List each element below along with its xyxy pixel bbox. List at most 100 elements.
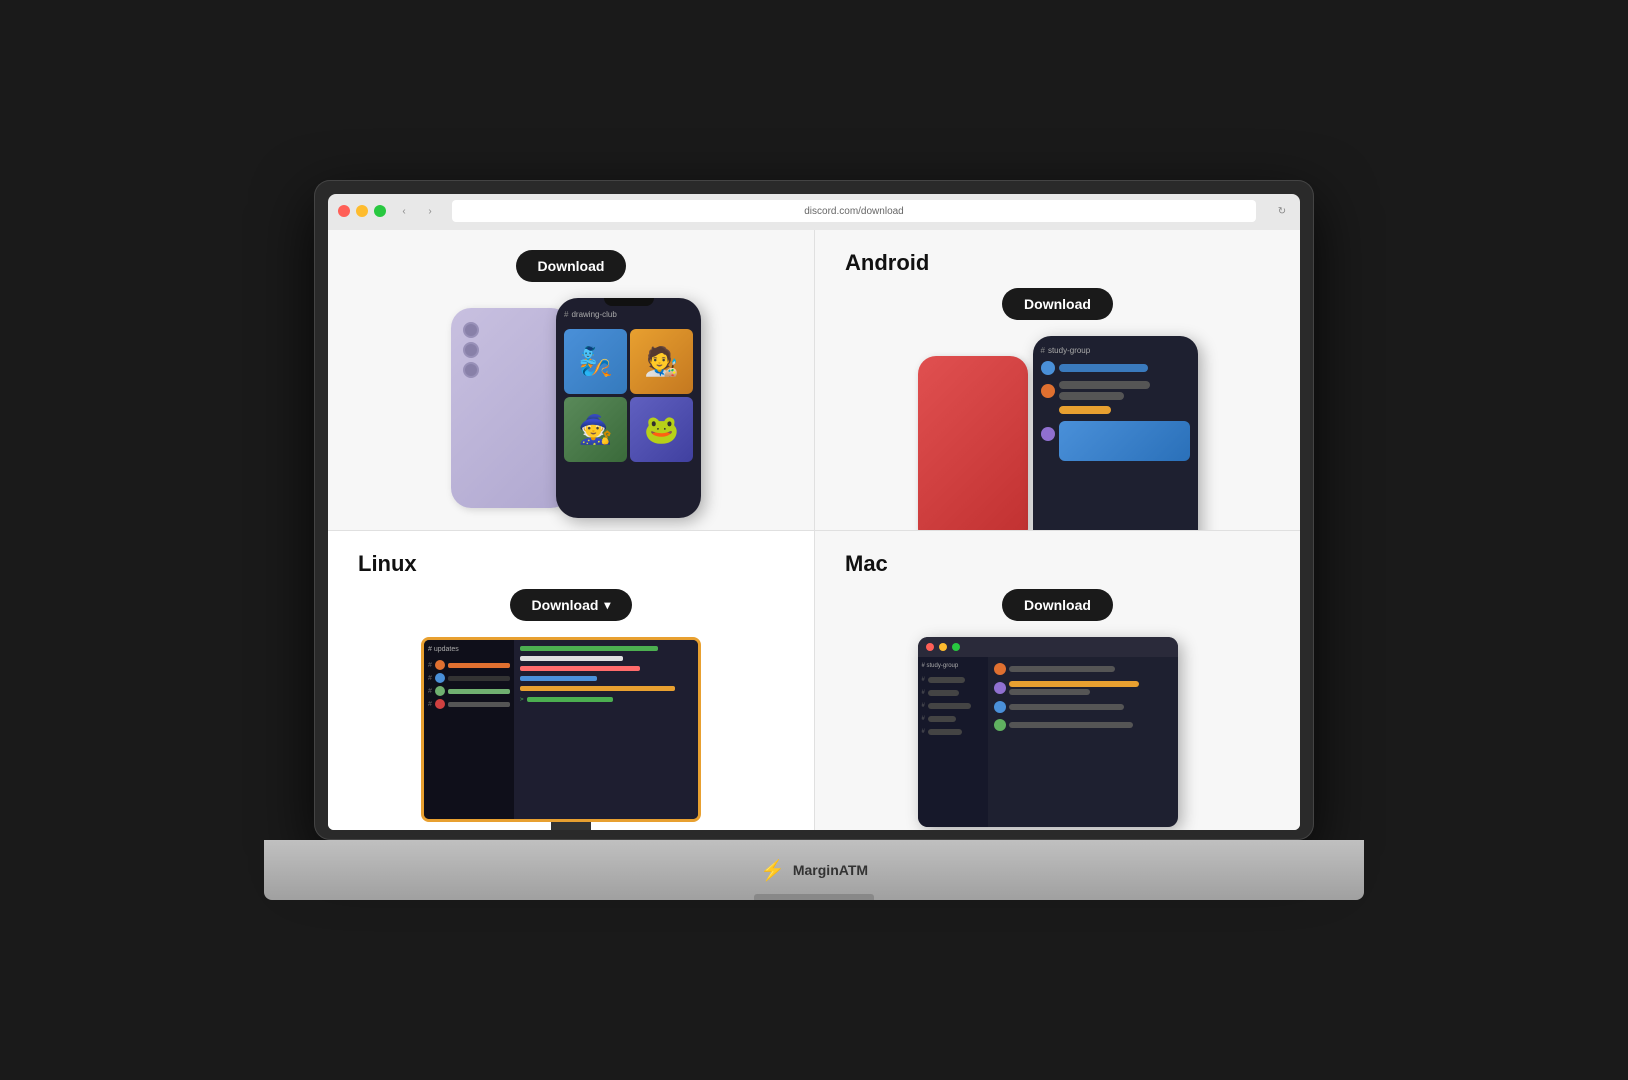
- mac-sidebar-row-3: #: [922, 703, 984, 709]
- linux-download-label: Download: [532, 597, 599, 613]
- android-chat-row-1: [1041, 361, 1190, 375]
- terminal-bar-2: [520, 656, 623, 661]
- traffic-light-maximize[interactable]: [374, 205, 386, 217]
- channel-name: drawing-club: [571, 310, 616, 319]
- sidebar-dot-2: [435, 673, 445, 683]
- sidebar-row-4: #: [428, 699, 510, 709]
- terminal-bar-3: [520, 666, 640, 671]
- mac-sidebar-row-1: #: [922, 677, 984, 683]
- sidebar-row-1: #: [428, 660, 510, 670]
- laptop-trackpad-notch: [754, 894, 874, 900]
- phone-screen: drawing-club 🧞 🧑‍🎨: [556, 298, 701, 518]
- android-chat-row-2: [1041, 381, 1190, 400]
- avatar-emoji-3: 🧙: [578, 413, 613, 446]
- terminal-line-5: [520, 686, 692, 691]
- mac-chat-row-1: [994, 663, 1172, 675]
- mac-sidebar-bar-1: [928, 677, 965, 683]
- android-screen: study-group: [1033, 336, 1198, 530]
- mac-avatar-4: [994, 719, 1006, 731]
- sidebar-bar-3: [448, 689, 510, 694]
- android-phone-back: [918, 356, 1028, 530]
- phone-back: [451, 308, 571, 508]
- avatar-emoji-4: 🐸: [644, 413, 679, 446]
- android-bubbles-2: [1059, 381, 1190, 400]
- terminal-prompt: >: [520, 696, 524, 703]
- sidebar-row-3: #: [428, 686, 510, 696]
- mac-chat-bar-4: [1009, 722, 1134, 728]
- mac-main-panel: [988, 657, 1178, 827]
- mac-chat-bar-2b: [1009, 689, 1091, 695]
- ios-illustration: drawing-club 🧞 🧑‍🎨: [441, 298, 701, 518]
- chat-bubble-2a: [1059, 381, 1151, 389]
- download-page: Download: [328, 230, 1300, 830]
- sidebar-dot-1: [435, 660, 445, 670]
- chat-bubble-2b: [1059, 392, 1125, 400]
- mac-titlebar: [918, 637, 1178, 657]
- brand-logo-icon: ⚡: [760, 858, 785, 883]
- mac-sidebar-bar-5: [928, 729, 962, 735]
- mac-chat-row-3: [994, 701, 1172, 713]
- terminal-bar-1: [520, 646, 658, 651]
- android-bubbles-3: [1059, 406, 1190, 461]
- sidebar-bar-4: [448, 702, 510, 707]
- mac-chat-bars-2: [1009, 681, 1172, 695]
- mac-download-label: Download: [1024, 597, 1091, 613]
- refresh-button[interactable]: ↻: [1274, 203, 1290, 219]
- mac-hash-4: #: [922, 716, 925, 722]
- sidebar-bar-1: [448, 663, 510, 668]
- traffic-light-minimize[interactable]: [356, 205, 368, 217]
- android-avatar-1: [1041, 361, 1055, 375]
- android-avatar-2: [1041, 384, 1055, 398]
- terminal-bar-5: [520, 686, 675, 691]
- avatar-emoji-1: 🧞: [578, 345, 613, 378]
- browser-titlebar: ‹ › discord.com/download ↻: [328, 194, 1300, 230]
- mac-download-button[interactable]: Download: [1002, 589, 1113, 621]
- phone-front: drawing-club 🧞 🧑‍🎨: [556, 298, 701, 518]
- linux-title: Linux: [348, 551, 417, 577]
- mac-title: Mac: [835, 551, 888, 577]
- linux-download-button[interactable]: Download ▾: [510, 589, 633, 621]
- back-button[interactable]: ‹: [396, 203, 412, 219]
- mac-tl-red: [926, 643, 934, 651]
- terminal-line-2: [520, 656, 692, 661]
- terminal-line-6: >: [520, 696, 692, 703]
- mac-avatar-1: [994, 663, 1006, 675]
- mac-illustration: # study-group # #: [918, 637, 1198, 830]
- mac-content: # study-group # #: [918, 657, 1178, 827]
- monitor-stand: [551, 822, 591, 830]
- chat-bubble-3a: [1059, 406, 1111, 414]
- terminal-bar-4: [520, 676, 597, 681]
- laptop-wrapper: ‹ › discord.com/download ↻ Download: [264, 180, 1364, 900]
- mac-avatar-2: [994, 682, 1006, 694]
- android-chat-row-3: [1041, 406, 1190, 461]
- terminal-line-3: [520, 666, 692, 671]
- brand-name: MarginATM: [793, 862, 868, 878]
- android-download-label: Download: [1024, 296, 1091, 312]
- mac-hash-1: #: [922, 677, 925, 683]
- sidebar-hash-4: #: [428, 701, 432, 708]
- traffic-light-close[interactable]: [338, 205, 350, 217]
- forward-button[interactable]: ›: [422, 203, 438, 219]
- ios-card: Download: [328, 230, 814, 530]
- avatar-grid: 🧞 🧑‍🎨 🧙 🐸: [564, 329, 693, 462]
- mac-sidebar-row-4: #: [922, 716, 984, 722]
- camera-lens-1: [463, 322, 479, 338]
- url-text: discord.com/download: [804, 206, 904, 217]
- avatar-cell-3: 🧙: [564, 397, 627, 462]
- sidebar-bar-2: [448, 676, 510, 681]
- ios-download-button[interactable]: Download: [516, 250, 627, 282]
- android-download-button[interactable]: Download: [1002, 288, 1113, 320]
- url-bar[interactable]: discord.com/download: [452, 200, 1256, 222]
- android-title: Android: [835, 250, 929, 276]
- mac-sidebar-row-5: #: [922, 729, 984, 735]
- phone-notch: [604, 298, 654, 306]
- avatar-cell-2: 🧑‍🎨: [630, 329, 693, 394]
- mac-tl-yellow: [939, 643, 947, 651]
- linux-sidebar: # updates # #: [424, 640, 514, 819]
- mac-chat-bar-1: [1009, 666, 1116, 672]
- mac-channel: study-group: [927, 663, 959, 669]
- mac-sidebar-bar-4: [928, 716, 956, 722]
- mac-avatar-3: [994, 701, 1006, 713]
- mac-sidebar-bar-3: [928, 703, 971, 709]
- sidebar-updates-label: # updates: [428, 646, 510, 653]
